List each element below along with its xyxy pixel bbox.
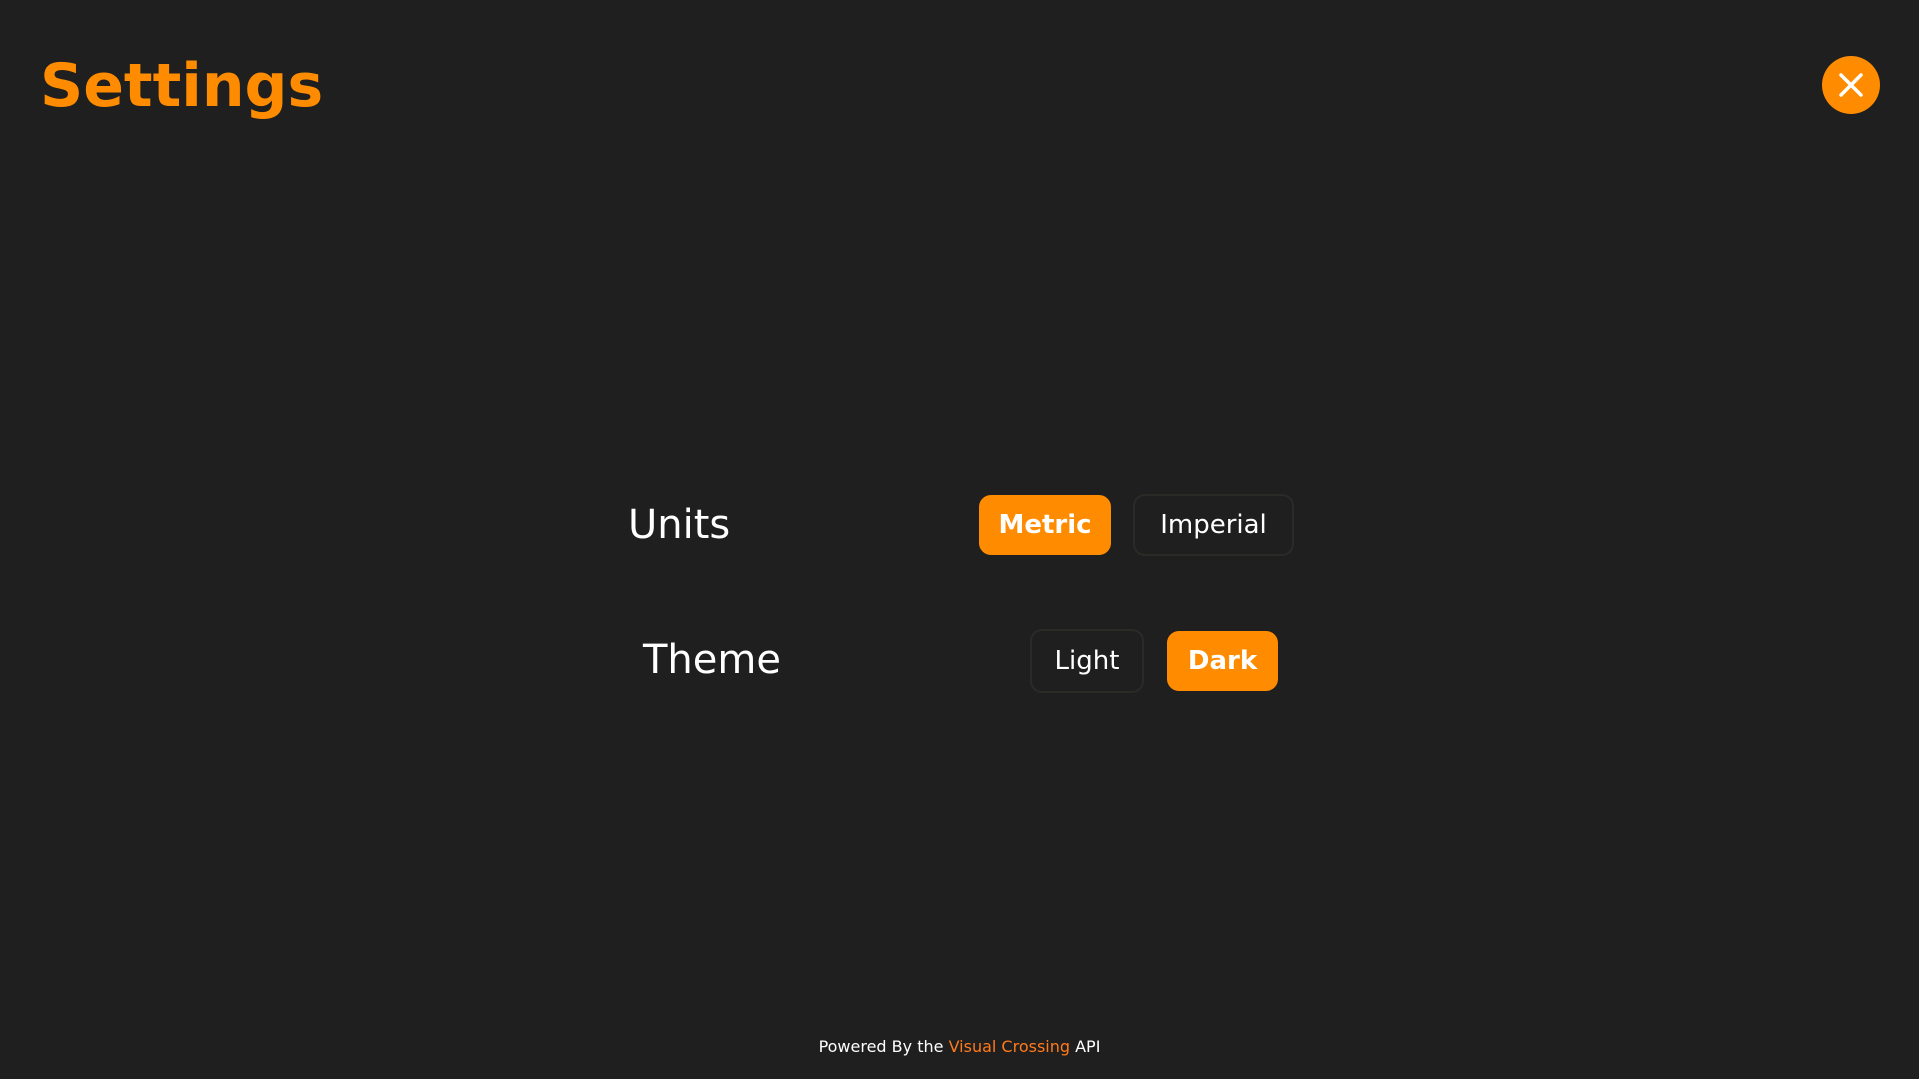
theme-label: Theme — [643, 637, 781, 683]
close-button[interactable] — [1822, 56, 1880, 114]
theme-dark-button[interactable]: Dark — [1167, 631, 1278, 691]
page-title: Settings — [40, 51, 324, 121]
footer-prefix: Powered By the — [818, 1037, 944, 1056]
visual-crossing-link[interactable]: Visual Crossing — [949, 1037, 1070, 1056]
footer-attribution: Powered By the Visual Crossing API — [0, 1035, 1919, 1059]
units-label: Units — [628, 502, 731, 548]
theme-light-button[interactable]: Light — [1030, 629, 1144, 693]
units-metric-button[interactable]: Metric — [979, 495, 1111, 555]
close-icon — [1838, 72, 1864, 98]
footer-suffix: API — [1075, 1037, 1101, 1056]
units-imperial-button[interactable]: Imperial — [1133, 494, 1294, 556]
